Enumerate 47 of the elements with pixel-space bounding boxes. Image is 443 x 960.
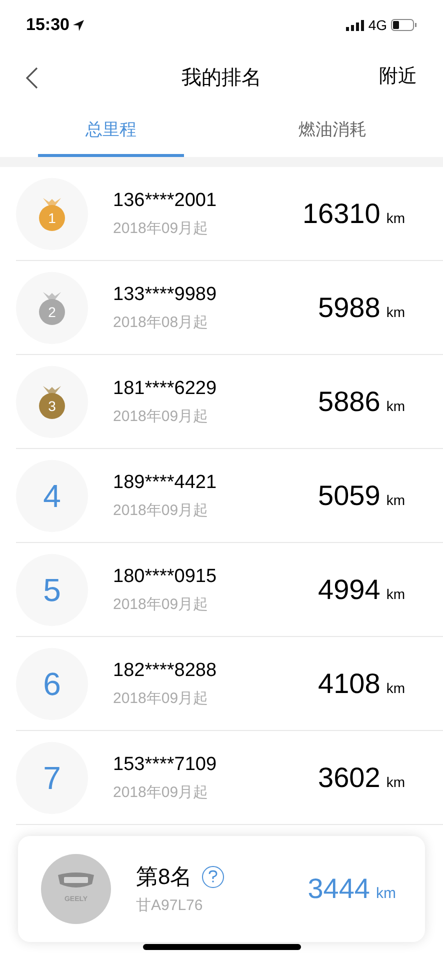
distance-value: 4108 <box>318 666 380 700</box>
back-chevron-icon <box>26 66 38 88</box>
phone-number: 180****0915 <box>113 564 217 588</box>
distance-unit: km <box>386 678 405 698</box>
nearby-button[interactable]: 附近 <box>379 63 417 92</box>
distance-value: 16310 <box>302 196 380 230</box>
phone-number: 189****4421 <box>113 470 217 494</box>
distance-value: 4994 <box>318 572 380 606</box>
distance-value: 5988 <box>318 290 380 324</box>
location-arrow-icon <box>73 20 84 30</box>
network-label: 4G <box>368 16 387 34</box>
phone-number: 153****7109 <box>113 752 217 776</box>
rank-number: 5 <box>43 570 61 610</box>
my-distance-unit: km <box>376 884 396 904</box>
rank-number: 4 <box>43 476 61 516</box>
distance-unit: km <box>386 490 405 510</box>
start-date: 2018年09月起 <box>113 595 210 615</box>
grille-icon <box>56 872 96 890</box>
signal-icon <box>346 20 364 30</box>
page-title: 我的排名 <box>182 66 262 90</box>
distance-unit: km <box>386 396 405 416</box>
distance-value: 5886 <box>318 384 380 418</box>
my-distance-value: 3444 <box>308 872 370 906</box>
distance-value: 5059 <box>318 478 380 512</box>
start-date: 2018年09月起 <box>113 689 210 709</box>
battery-icon <box>391 19 417 31</box>
distance-value: 3602 <box>318 760 380 794</box>
distance-unit: km <box>386 208 405 228</box>
start-date: 2018年09月起 <box>113 219 210 239</box>
start-date: 2018年09月起 <box>113 407 210 427</box>
rank-number: 6 <box>43 664 61 704</box>
start-date: 2018年08月起 <box>113 313 210 333</box>
tab[interactable]: 燃油消耗 <box>259 105 406 157</box>
start-date: 2018年09月起 <box>113 501 210 521</box>
distance-unit: km <box>386 772 405 792</box>
distance-unit: km <box>386 584 405 604</box>
rank-number: 7 <box>43 758 61 798</box>
status-time: 15:30 <box>26 14 70 36</box>
license-plate: 甘A97L76 <box>136 896 204 916</box>
phone-number: 133****9989 <box>113 282 217 306</box>
start-date: 2018年09月起 <box>113 783 210 803</box>
phone-number: 136****2001 <box>113 188 217 212</box>
phone-number: 181****6229 <box>113 376 217 400</box>
distance-unit: km <box>386 302 405 322</box>
phone-number: 182****8288 <box>113 658 217 682</box>
help-icon[interactable] <box>202 866 224 888</box>
my-rank-title: 第8名 <box>136 863 192 892</box>
